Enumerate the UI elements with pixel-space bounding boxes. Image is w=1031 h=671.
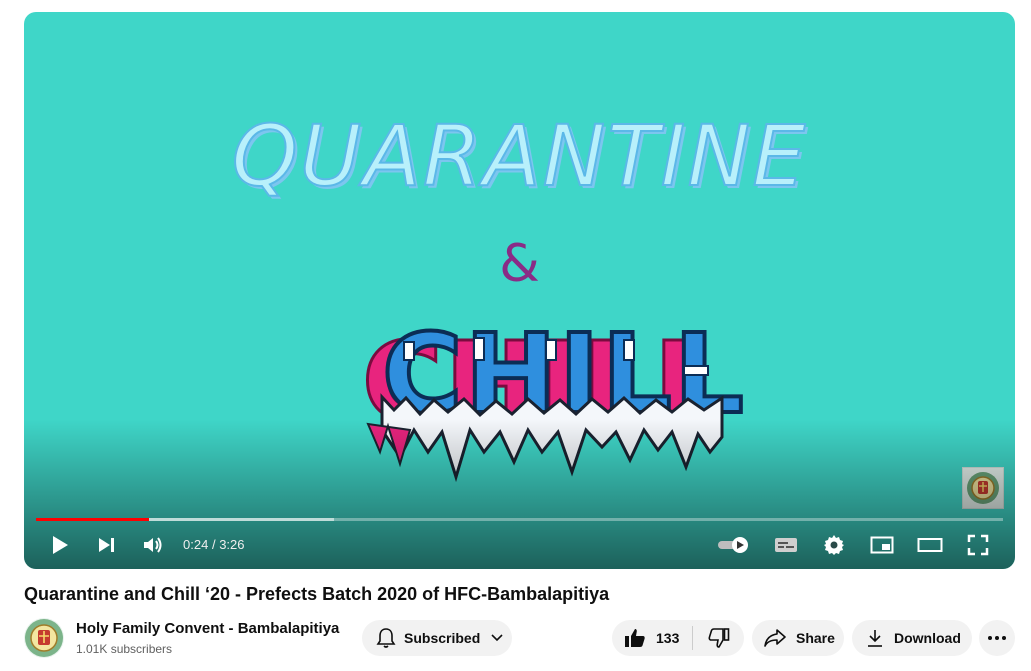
subscribed-button[interactable]: Subscribed [362, 620, 512, 656]
theater-mode-button[interactable] [910, 525, 950, 565]
fullscreen-button[interactable] [958, 525, 998, 565]
channel-avatar[interactable] [24, 618, 64, 658]
settings-button[interactable] [814, 525, 854, 565]
video-title: Quarantine and Chill ‘20 - Prefects Batc… [24, 584, 610, 604]
time-display: 0:24 / 3:26 [183, 537, 245, 552]
more-actions-button[interactable] [979, 620, 1015, 656]
chevron-down-icon [491, 634, 503, 642]
autoplay-toggle[interactable] [714, 525, 754, 565]
subscriber-count: 1.01K subscribers [76, 642, 173, 656]
fullscreen-icon [967, 534, 989, 556]
download-label: Download [894, 630, 961, 646]
gear-icon [824, 535, 844, 555]
time-total: 3:26 [219, 537, 245, 552]
theater-mode-icon [917, 538, 943, 552]
more-horizontal-icon [988, 636, 1006, 640]
next-button[interactable] [88, 525, 124, 565]
thumbs-down-icon [708, 628, 729, 648]
volume-button[interactable] [135, 525, 171, 565]
bell-icon [376, 628, 396, 648]
time-separator: / [211, 537, 216, 552]
progress-played [36, 518, 150, 521]
channel-name[interactable]: Holy Family Convent - Bambalapitiya [76, 620, 339, 637]
miniplayer-icon [870, 536, 894, 554]
dislike-button[interactable] [693, 620, 744, 656]
like-button[interactable]: 133 [612, 620, 692, 656]
like-count: 133 [656, 630, 680, 646]
download-icon [868, 630, 882, 647]
frame-text-quarantine: QUARANTINE [231, 106, 808, 206]
miniplayer-button[interactable] [862, 525, 902, 565]
captions-button[interactable] [766, 525, 806, 565]
player-controls: 0:24 / 3:26 [24, 525, 1015, 565]
thumbs-up-icon [625, 629, 645, 647]
progress-bar[interactable] [36, 518, 1003, 521]
play-icon [53, 536, 68, 554]
school-crest-icon [25, 619, 63, 657]
download-button[interactable]: Download [852, 620, 972, 656]
share-button[interactable]: Share [752, 620, 844, 656]
frame-text-ampersand: & [499, 234, 540, 294]
share-arrow-icon [764, 629, 786, 647]
autoplay-toggle-icon [718, 537, 748, 553]
captions-icon [775, 538, 797, 552]
volume-icon [144, 537, 162, 553]
next-icon [99, 538, 114, 552]
video-player[interactable]: QUARANTINE & CHILL CHILL 0:24 / 3:26 [24, 12, 1015, 569]
time-current: 0:24 [183, 537, 209, 552]
like-dislike-group: 133 [612, 620, 744, 656]
play-button[interactable] [42, 525, 78, 565]
subscribed-label: Subscribed [404, 630, 481, 646]
share-label: Share [796, 630, 835, 646]
